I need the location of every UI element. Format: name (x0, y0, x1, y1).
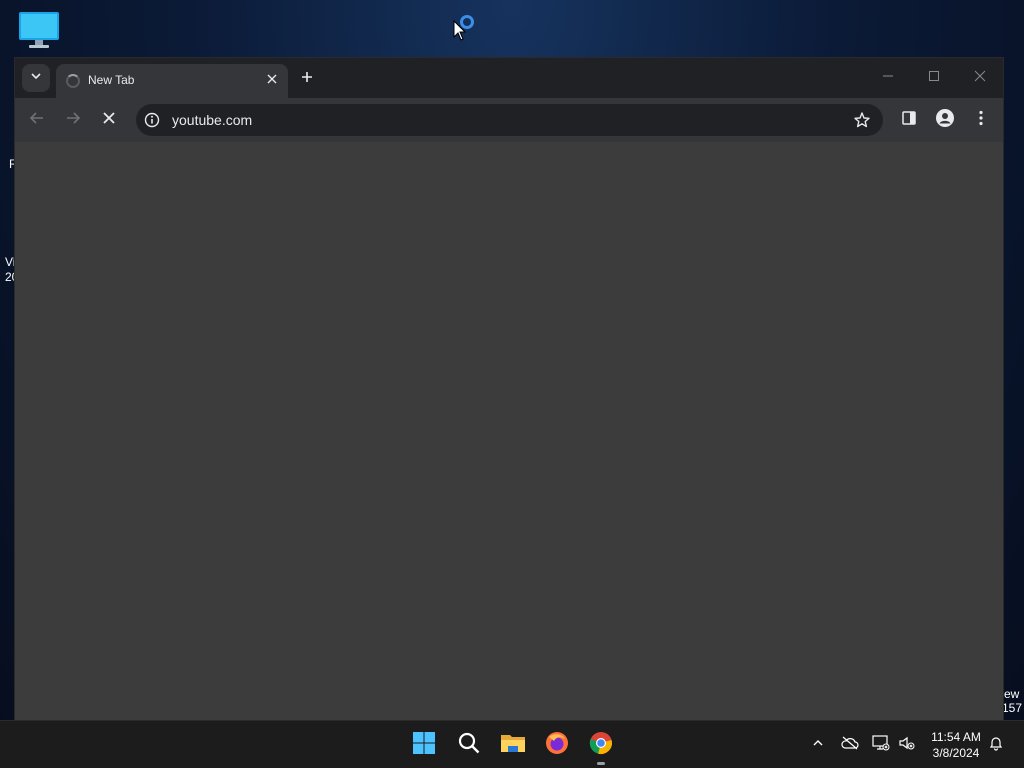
cloud-off-icon (841, 736, 859, 755)
notifications-button[interactable] (986, 735, 1006, 755)
browser-toolbar: youtube.com (15, 98, 1003, 142)
maximize-icon (928, 69, 940, 87)
clock-date: 3/8/2024 (932, 746, 980, 760)
url-text[interactable]: youtube.com (172, 112, 252, 128)
site-info-icon[interactable] (144, 112, 160, 128)
onedrive-button[interactable] (840, 735, 860, 755)
arrow-right-icon (65, 110, 81, 131)
profile-avatar-icon (935, 108, 955, 133)
bell-icon (988, 735, 1004, 756)
chrome-icon (589, 731, 613, 760)
network-disconnected-icon (872, 734, 890, 756)
start-button[interactable] (408, 729, 440, 761)
profile-button[interactable] (933, 108, 957, 132)
loading-spinner-icon (66, 74, 80, 88)
file-explorer-button[interactable] (497, 729, 529, 761)
page-content[interactable] (15, 142, 1003, 720)
tab-title: New Tab (88, 73, 135, 87)
address-bar[interactable]: youtube.com (136, 104, 883, 136)
bookmark-star-icon[interactable] (853, 111, 871, 129)
close-icon (102, 111, 116, 130)
network-button[interactable] (871, 734, 891, 756)
plus-icon (301, 70, 313, 88)
chevron-up-icon (812, 736, 824, 754)
arrow-left-icon (29, 110, 45, 131)
chrome-button[interactable] (585, 729, 617, 761)
volume-button[interactable] (897, 735, 917, 755)
firefox-button[interactable] (541, 729, 573, 761)
desktop-label-fragment: ew (1004, 687, 1020, 701)
stop-loading-button[interactable] (97, 108, 121, 132)
tab-search-button[interactable] (22, 64, 50, 92)
new-tab-button[interactable] (296, 68, 318, 90)
title-bar[interactable]: New Tab (15, 58, 1003, 98)
volume-muted-icon (898, 735, 916, 756)
show-hidden-icons-button[interactable] (808, 735, 828, 755)
active-app-indicator (597, 762, 605, 765)
desktop-label-fragment: 157 (1002, 701, 1023, 715)
forward-button[interactable] (61, 108, 85, 132)
close-icon (974, 69, 986, 87)
minimize-button[interactable] (876, 66, 900, 90)
tab-close-button[interactable] (264, 72, 280, 88)
folder-icon (500, 732, 526, 759)
firefox-icon (545, 731, 569, 760)
tab-new-tab[interactable]: New Tab (56, 64, 288, 98)
taskbar-clock[interactable]: 11:54 AM 3/8/2024 (924, 729, 988, 761)
search-icon (457, 731, 481, 760)
back-button[interactable] (25, 108, 49, 132)
taskbar-search-button[interactable] (453, 729, 485, 761)
menu-button[interactable] (969, 108, 993, 132)
minimize-icon (882, 69, 894, 87)
side-panel-button[interactable] (897, 108, 921, 132)
chevron-down-icon (30, 69, 42, 87)
windows-logo-icon (412, 731, 436, 760)
clock-time: 11:54 AM (931, 730, 981, 744)
more-vertical-icon (978, 110, 984, 131)
side-panel-icon (901, 110, 917, 131)
maximize-button[interactable] (922, 66, 946, 90)
taskbar: 11:54 AM 3/8/2024 (0, 720, 1024, 768)
busy-spinner-icon (460, 15, 474, 29)
close-window-button[interactable] (968, 66, 992, 90)
chrome-window: New Tab youtube.com (14, 57, 1004, 720)
this-pc-icon[interactable] (17, 11, 61, 51)
close-icon (267, 71, 277, 89)
